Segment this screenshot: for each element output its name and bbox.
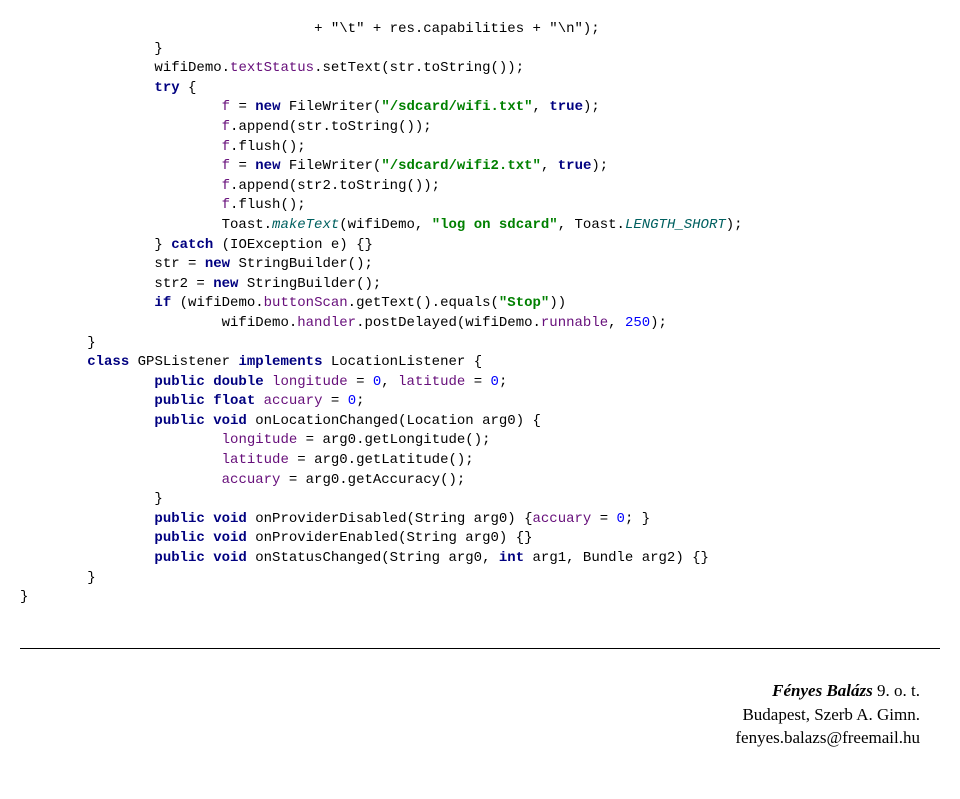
author-line: Fényes Balázs 9. o. t. [20,679,920,703]
author-class: 9. o. t. [873,681,920,700]
school-line: Budapest, Szerb A. Gimn. [20,703,920,727]
email-line: fenyes.balazs@freemail.hu [20,726,920,750]
author-name: Fényes Balázs [772,681,873,700]
code-block: + "\t" + res.capabilities + "\n"); } wif… [20,20,940,608]
footer: Fényes Balázs 9. o. t. Budapest, Szerb A… [20,679,940,750]
divider [20,648,940,649]
